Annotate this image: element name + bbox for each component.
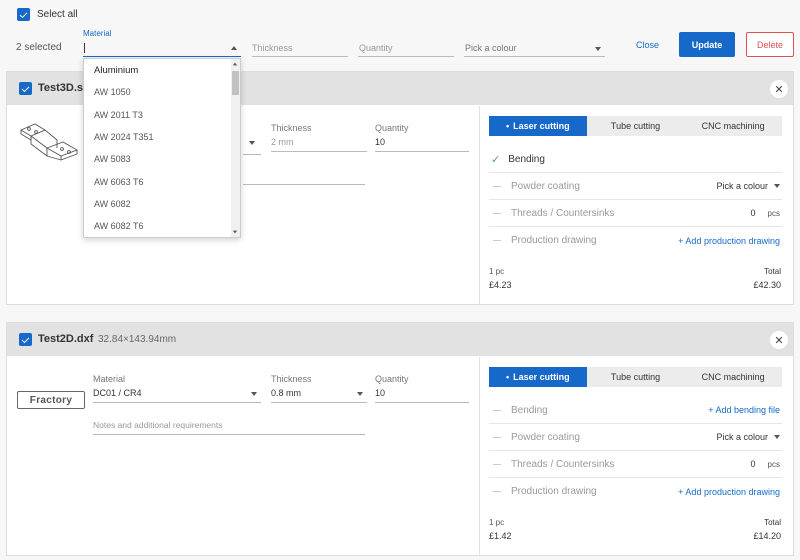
close-icon: ✕ — [774, 334, 784, 347]
add-production-drawing-link[interactable]: + Add production drawing — [678, 487, 780, 497]
selected-count: 2 selected — [16, 42, 62, 53]
thickness-input[interactable]: Thickness — [252, 40, 348, 57]
chevron-up-icon — [231, 46, 237, 50]
dropdown-option[interactable]: AW 6082 T6 — [84, 215, 240, 237]
part-thumbnail — [17, 118, 85, 176]
part-checkbox[interactable] — [19, 82, 32, 95]
fractory-logo: Fractory — [29, 394, 73, 406]
total-price: £42.30 — [753, 280, 781, 290]
tab-tube-cutting[interactable]: Tube cutting — [587, 367, 685, 387]
material-select[interactable]: DC01 / CR4 — [93, 385, 261, 403]
dropdown-option[interactable]: AW 1050 — [84, 81, 240, 103]
total-price: £14.20 — [753, 531, 781, 541]
dropdown-option[interactable]: AW 2011 T3 — [84, 104, 240, 126]
remove-part-button[interactable]: ✕ — [770, 80, 788, 98]
tab-cnc-machining[interactable]: CNC machining — [684, 367, 782, 387]
chevron-down-icon — [595, 47, 601, 51]
dash-icon — [493, 463, 501, 465]
quantity-field[interactable]: 10 — [375, 385, 469, 403]
dash-icon — [493, 491, 501, 492]
notes-field[interactable]: Notes and additional requirements — [93, 417, 365, 435]
add-bending-file-link[interactable]: + Add bending file — [708, 405, 780, 415]
material-dropdown: Aluminium AW 1050 AW 2011 T3 AW 2024 T35… — [83, 58, 241, 238]
material-label: Material — [93, 374, 126, 384]
add-production-drawing-link[interactable]: + Add production drawing — [678, 236, 780, 246]
dash-icon — [493, 240, 501, 241]
material-label: Material — [83, 29, 112, 38]
part-filename: Test2D.dxf — [38, 333, 94, 345]
options-list: Bending + Add bending file Powder coatin… — [489, 397, 782, 505]
quantity-field[interactable]: 10 — [375, 134, 469, 152]
colour-select[interactable]: Pick a colour — [464, 40, 605, 57]
part-thumbnail: Fractory — [17, 391, 85, 409]
chevron-down-icon — [774, 435, 780, 439]
dash-icon — [493, 409, 501, 411]
colour-select[interactable]: Pick a colour — [716, 181, 782, 191]
option-threads: Threads / Countersinks 0 pcs — [489, 451, 782, 478]
threads-count-input[interactable]: 0 — [722, 459, 756, 469]
part-checkbox[interactable] — [19, 333, 32, 346]
quantity-label: Quantity — [375, 374, 409, 384]
thickness-label: Thickness — [271, 123, 312, 133]
unit-price: £1.42 — [489, 531, 512, 541]
dash-icon — [493, 185, 501, 187]
unit-label: 1 pc — [489, 518, 505, 527]
delete-button[interactable]: Delete — [746, 32, 794, 57]
chevron-down-icon — [774, 184, 780, 188]
select-all-label: Select all — [37, 9, 78, 20]
material-chevron-down-icon — [249, 141, 255, 145]
update-button[interactable]: Update — [679, 32, 735, 57]
unit-price: £4.23 — [489, 280, 512, 290]
dash-icon — [493, 436, 501, 438]
dash-icon — [493, 212, 501, 214]
quantity-label: Quantity — [375, 123, 409, 133]
dropdown-option[interactable]: AW 6063 T6 — [84, 170, 240, 192]
total-label: Total — [764, 267, 781, 276]
part-dimensions: 32.84×143.94mm — [98, 334, 177, 345]
total-label: Total — [764, 518, 781, 527]
text-cursor — [84, 43, 85, 53]
chevron-down-icon — [357, 392, 363, 396]
select-all-checkbox[interactable] — [17, 8, 30, 21]
tab-cnc-machining[interactable]: CNC machining — [684, 116, 782, 136]
chevron-down-icon — [251, 392, 257, 396]
option-threads: Threads / Countersinks 0 pcs — [489, 200, 782, 227]
thickness-label: Thickness — [271, 374, 312, 384]
option-powder-coating: Powder coating Pick a colour — [489, 424, 782, 451]
quantity-input[interactable]: Quantity — [358, 40, 454, 57]
unit-label: 1 pc — [489, 267, 505, 276]
material-select[interactable] — [83, 40, 241, 57]
close-button[interactable]: Close — [636, 40, 659, 50]
colour-select[interactable]: Pick a colour — [716, 432, 782, 442]
check-icon: ✓ — [491, 153, 501, 166]
part-card-2: Test2D.dxf 32.84×143.94mm ✕ Fractory Mat… — [6, 322, 794, 556]
tab-laser-cutting[interactable]: Laser cutting — [489, 116, 587, 136]
tab-laser-cutting[interactable]: Laser cutting — [489, 367, 587, 387]
part-card-header: Test2D.dxf 32.84×143.94mm ✕ — [7, 323, 793, 356]
dropdown-option[interactable]: AW 6082 — [84, 193, 240, 215]
option-bending[interactable]: ✓ Bending — [489, 146, 782, 173]
scrollbar-thumb[interactable] — [232, 71, 239, 95]
dropdown-group-aluminium: Aluminium — [94, 64, 139, 76]
scroll-down-icon[interactable] — [232, 230, 238, 234]
tab-tube-cutting[interactable]: Tube cutting — [587, 116, 685, 136]
process-tabs: Laser cutting Tube cutting CNC machining — [489, 116, 782, 136]
option-powder-coating: Powder coating Pick a colour — [489, 173, 782, 200]
close-icon: ✕ — [774, 83, 784, 96]
option-production-drawing: Production drawing + Add production draw… — [489, 227, 782, 254]
option-bending: Bending + Add bending file — [489, 397, 782, 424]
dropdown-scrollbar[interactable] — [231, 59, 240, 237]
notes-field[interactable] — [243, 184, 365, 185]
process-tabs: Laser cutting Tube cutting CNC machining — [489, 367, 782, 387]
scroll-up-icon[interactable] — [232, 62, 238, 66]
dropdown-option[interactable]: AW 5083 — [84, 148, 240, 170]
options-list: ✓ Bending Powder coating Pick a colour T… — [489, 146, 782, 254]
dropdown-option[interactable]: AW 2024 T351 — [84, 126, 240, 148]
thickness-field[interactable]: 2 mm — [271, 134, 367, 152]
threads-count-input[interactable]: 0 — [722, 208, 756, 218]
thickness-select[interactable]: 0.8 mm — [271, 385, 367, 403]
option-production-drawing: Production drawing + Add production draw… — [489, 478, 782, 505]
remove-part-button[interactable]: ✕ — [770, 331, 788, 349]
